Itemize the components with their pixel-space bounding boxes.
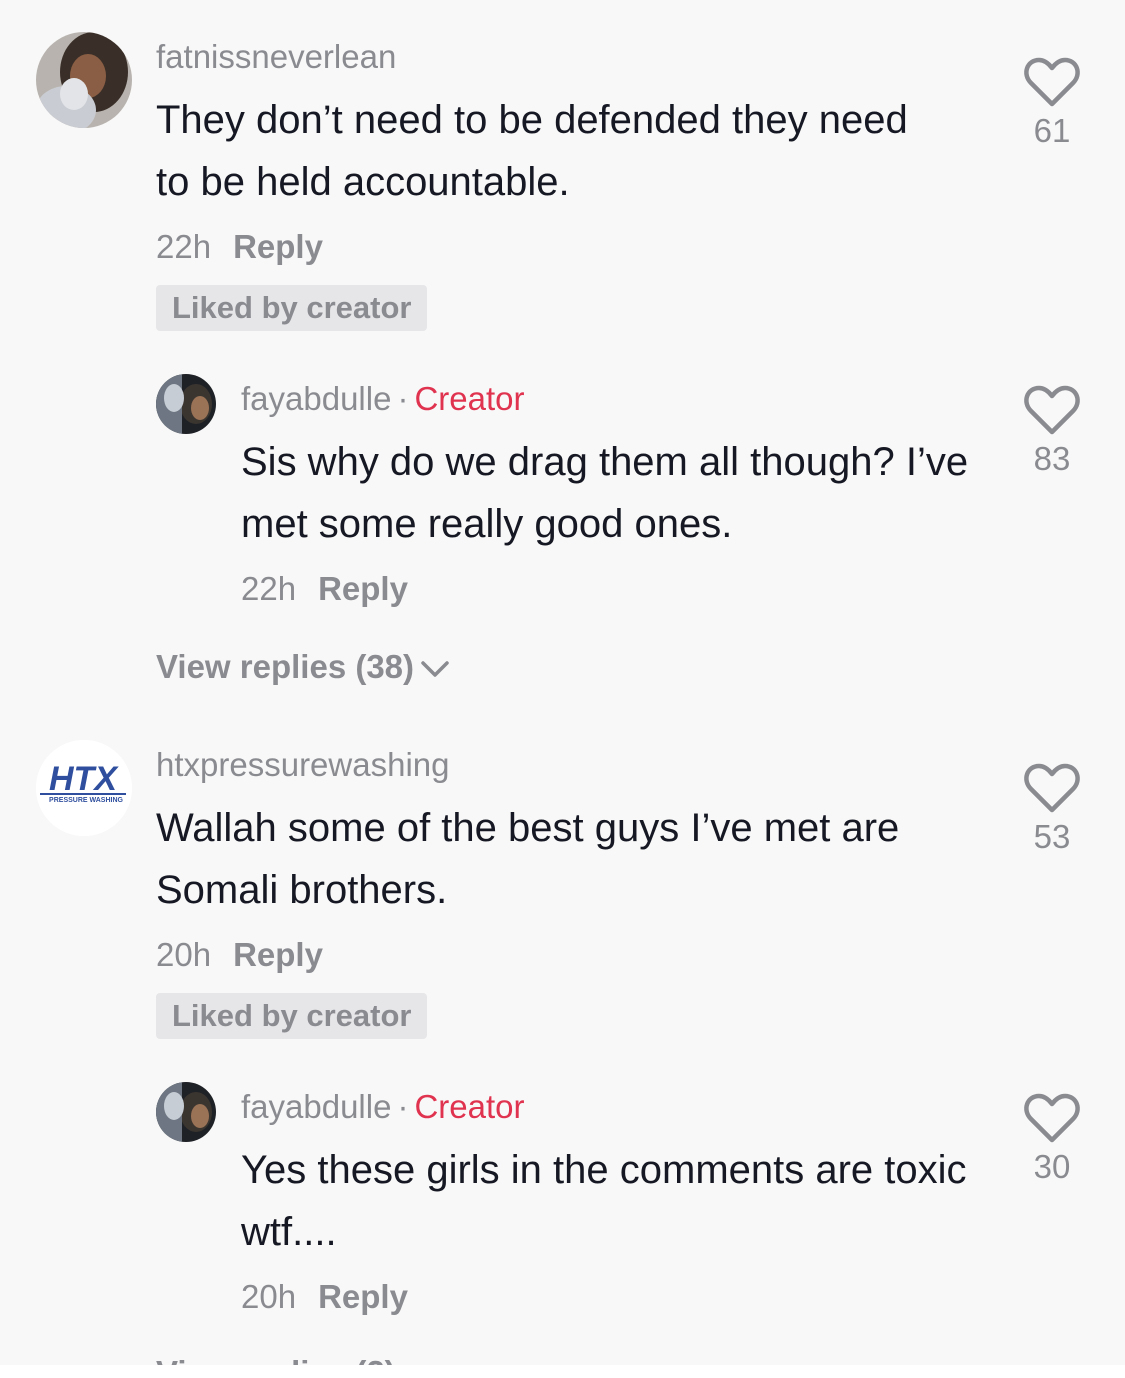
creator-badge: Creator bbox=[414, 1088, 525, 1125]
reply-button[interactable]: Reply bbox=[318, 1278, 408, 1315]
comment-time: 22h bbox=[241, 570, 297, 607]
liked-by-creator-badge: Liked by creator bbox=[156, 993, 428, 1039]
reply-button[interactable]: Reply bbox=[233, 936, 323, 973]
comment-time: 22h bbox=[156, 228, 212, 265]
separator-dot: · bbox=[397, 380, 409, 417]
user-photo-avatar-icon bbox=[156, 374, 216, 434]
user-photo-avatar-icon bbox=[156, 1082, 216, 1142]
comment-text: Sis why do we drag them all though? I’ve… bbox=[241, 440, 969, 546]
reply-button[interactable]: Reply bbox=[318, 570, 408, 607]
user-avatar[interactable]: HTX PRESSURE WASHING bbox=[36, 740, 132, 836]
comment-time: 20h bbox=[241, 1278, 297, 1315]
heart-outline-icon bbox=[1024, 763, 1080, 813]
heart-outline-icon bbox=[1024, 57, 1080, 107]
like-count: 61 bbox=[1033, 112, 1071, 149]
like-button[interactable]: 53 bbox=[1012, 762, 1092, 856]
comment-username[interactable]: fatnissneverlean bbox=[156, 38, 396, 76]
comments-panel: fatnissneverlean They don’t need to be d… bbox=[0, 0, 1125, 1365]
reply-button[interactable]: Reply bbox=[233, 228, 323, 265]
heart-outline-icon bbox=[1024, 385, 1080, 435]
like-button[interactable]: 83 bbox=[1012, 384, 1092, 478]
username-text[interactable]: htxpressurewashing bbox=[156, 746, 450, 783]
separator-dot: · bbox=[397, 1088, 409, 1125]
comment-meta: 22h Reply bbox=[156, 228, 323, 266]
like-button[interactable]: 30 bbox=[1012, 1092, 1092, 1186]
comment-text: Wallah some of the best guys I’ve met ar… bbox=[156, 806, 900, 912]
comment-time: 20h bbox=[156, 936, 212, 973]
comment-username[interactable]: htxpressurewashing bbox=[156, 746, 450, 784]
like-count: 53 bbox=[1033, 818, 1071, 855]
heart-outline-icon bbox=[1024, 1093, 1080, 1143]
htx-logo-text: HTX bbox=[49, 760, 119, 798]
htx-logo-avatar-icon: HTX PRESSURE WASHING bbox=[36, 740, 132, 836]
like-count: 30 bbox=[1033, 1148, 1071, 1185]
user-avatar[interactable] bbox=[156, 1082, 216, 1142]
chevron-down-icon bbox=[421, 661, 449, 678]
comment-text: Yes these girls in the comments are toxi… bbox=[241, 1148, 967, 1254]
user-avatar[interactable] bbox=[36, 32, 132, 128]
comment-text: They don’t need to be defended they need… bbox=[156, 98, 908, 204]
comment-username: fayabdulle · Creator bbox=[241, 1088, 525, 1126]
view-replies-button-cut-off[interactable]: View replies (2) bbox=[156, 1354, 396, 1365]
comment-username: fayabdulle · Creator bbox=[241, 380, 525, 418]
htx-logo-subtext: PRESSURE WASHING bbox=[49, 797, 123, 804]
user-photo-avatar-icon bbox=[36, 32, 132, 128]
like-button[interactable]: 61 bbox=[1012, 56, 1092, 150]
comment-meta: 20h Reply bbox=[156, 936, 323, 974]
username-text[interactable]: fayabdulle bbox=[241, 1088, 391, 1125]
username-text[interactable]: fatnissneverlean bbox=[156, 38, 396, 75]
comment-meta: 20h Reply bbox=[241, 1278, 408, 1316]
user-avatar[interactable] bbox=[156, 374, 216, 434]
liked-by-creator-badge: Liked by creator bbox=[156, 285, 428, 331]
creator-badge: Creator bbox=[414, 380, 525, 417]
like-count: 83 bbox=[1033, 440, 1071, 477]
view-replies-button[interactable]: View replies (38) bbox=[156, 648, 450, 686]
comment-meta: 22h Reply bbox=[241, 570, 408, 608]
view-replies-label: View replies (38) bbox=[156, 648, 415, 685]
username-text[interactable]: fayabdulle bbox=[241, 380, 391, 417]
